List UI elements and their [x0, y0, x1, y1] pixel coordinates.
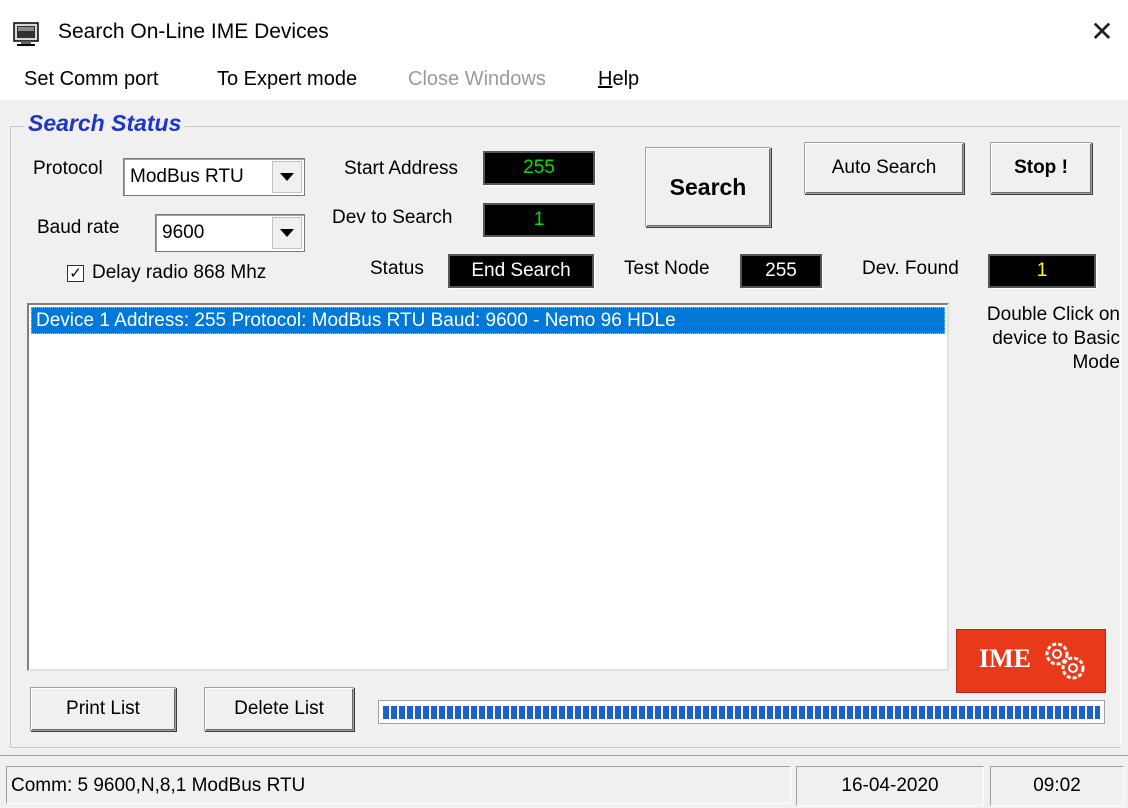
gears-icon — [1045, 642, 1085, 680]
chevron-down-icon[interactable] — [272, 217, 302, 249]
hint-line-3: Mode — [1072, 352, 1120, 373]
device-list[interactable]: Device 1 Address: 255 Protocol: ModBus R… — [27, 303, 949, 671]
test-node-display: 255 — [740, 254, 822, 288]
protocol-label: Protocol — [33, 158, 103, 179]
menu-set-comm-port[interactable]: Set Comm port — [24, 68, 158, 91]
start-address-label: Start Address — [344, 158, 459, 179]
auto-search-button[interactable]: Auto Search — [804, 142, 964, 194]
menu-to-expert-mode[interactable]: To Expert mode — [217, 68, 357, 91]
baud-rate-select-value: 9600 — [162, 222, 205, 243]
status-label: Status — [370, 258, 424, 279]
time-status: 09:02 — [990, 766, 1124, 806]
print-list-button[interactable]: Print List — [30, 687, 176, 731]
delay-radio-checkbox[interactable]: ✓ — [67, 265, 84, 282]
close-button[interactable]: ✕ — [1084, 14, 1120, 50]
search-button[interactable]: Search — [645, 147, 771, 227]
status-display: End Search — [448, 254, 594, 288]
hint-line-2: device to Basic — [992, 328, 1120, 349]
window-title: Search On-Line IME Devices — [58, 20, 329, 43]
dev-found-label: Dev. Found — [862, 258, 959, 279]
menu-help[interactable]: Help — [598, 68, 639, 91]
date-status: 16-04-2020 — [796, 766, 984, 806]
menu-close-windows[interactable]: Close Windows — [408, 68, 546, 91]
list-item[interactable]: Device 1 Address: 255 Protocol: ModBus R… — [31, 307, 945, 334]
ime-logo-text: IME — [979, 644, 1031, 673]
protocol-select-value: ModBus RTU — [130, 166, 244, 187]
chevron-down-icon[interactable] — [272, 161, 302, 193]
menu-help-mnemonic: H — [598, 68, 613, 90]
monitor-icon — [13, 22, 39, 46]
ime-logo: IME — [956, 629, 1106, 693]
title-bar: Search On-Line IME Devices ✕ — [0, 0, 1128, 60]
dev-found-display: 1 — [988, 254, 1096, 288]
progress-fill — [383, 706, 1100, 719]
comm-status: Comm: 5 9600,N,8,1 ModBus RTU — [6, 766, 791, 804]
search-status-title: Search Status — [24, 110, 186, 137]
status-bar: Comm: 5 9600,N,8,1 ModBus RTU 16-04-2020… — [0, 755, 1128, 808]
baud-rate-label: Baud rate — [37, 217, 120, 238]
test-node-label: Test Node — [624, 258, 710, 279]
stop-button[interactable]: Stop ! — [990, 142, 1092, 194]
menu-bar: Set Comm port To Expert mode Close Windo… — [0, 60, 1128, 100]
start-address-display: 255 — [483, 151, 595, 185]
baud-rate-select[interactable]: 9600 — [155, 214, 305, 252]
search-progress-bar — [378, 700, 1105, 724]
menu-help-rest: elp — [612, 68, 640, 90]
dev-to-search-label: Dev to Search — [332, 207, 453, 228]
double-click-hint: Double Click on device to Basic Mode — [950, 303, 1120, 375]
dev-to-search-display: 1 — [483, 203, 595, 237]
hint-line-1: Double Click on — [986, 304, 1120, 325]
protocol-select[interactable]: ModBus RTU — [123, 158, 305, 196]
delete-list-button[interactable]: Delete List — [204, 687, 354, 731]
delay-radio-label: Delay radio 868 Mhz — [92, 262, 267, 283]
